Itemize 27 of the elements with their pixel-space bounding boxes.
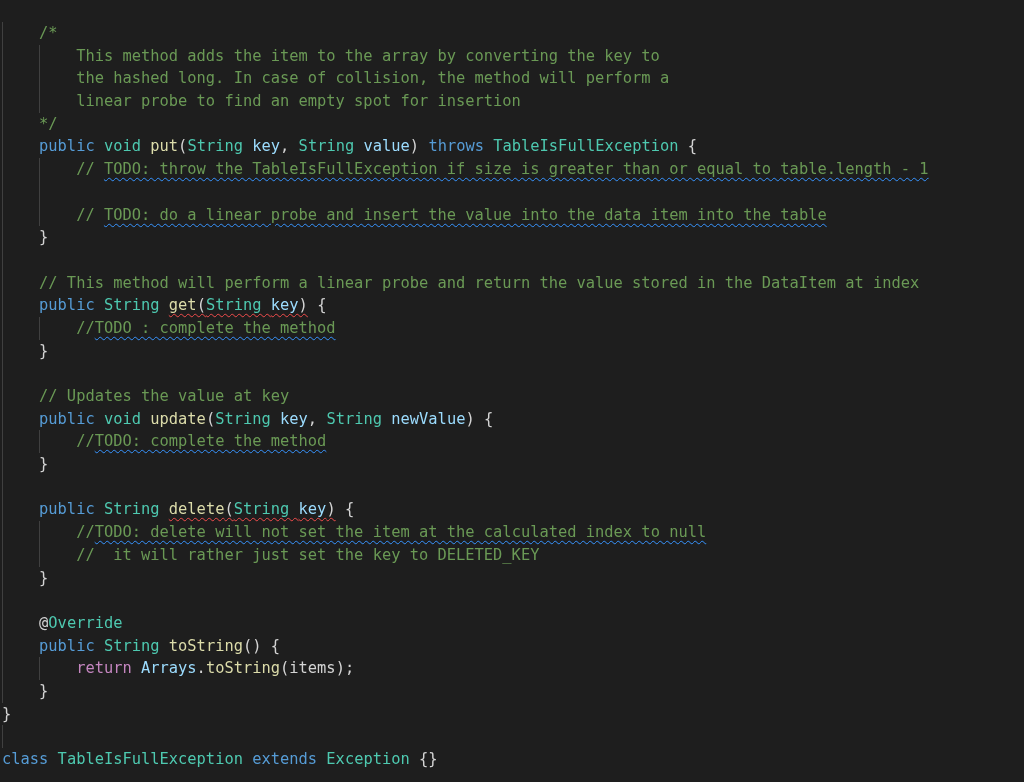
code-line: // Updates the value at key bbox=[2, 385, 1024, 408]
code-line: return Arrays.toString(items); bbox=[2, 657, 1024, 680]
code-line: class TableIsFullException extends Exception {} bbox=[2, 749, 439, 770]
code-line: @Override bbox=[2, 611, 1024, 635]
code-line: //TODO: complete the method bbox=[2, 430, 1024, 454]
code-line: public String get(String key) { bbox=[2, 294, 1024, 317]
code-line: public String toString() { bbox=[2, 634, 1024, 658]
code-line: the hashed long. In case of collision, the method will perform a bbox=[2, 67, 1024, 91]
code-line: public String delete(String key) { bbox=[2, 498, 1024, 522]
code-line: // TODO: do a linear probe and insert the value into the data item into the table bbox=[2, 203, 1024, 227]
code-line: // it will rather just set the key to DELETED_KEY bbox=[2, 543, 1024, 567]
code-line: // TODO: throw the TableIsFullException if size is greater than or equal to table.length - 1 bbox=[2, 158, 1024, 181]
code-line: } bbox=[2, 679, 1024, 703]
code-line: } bbox=[2, 339, 1024, 363]
code-line: */ bbox=[2, 112, 1024, 136]
code-line: } bbox=[2, 566, 1024, 590]
code-line: // This method will perform a linear probe and return the value stored in the DataItem at index bbox=[2, 271, 1024, 295]
code-line: public void update(String key, String newValue) { bbox=[2, 407, 1024, 431]
code-line: linear probe to find an empty spot for insertion bbox=[2, 90, 1024, 113]
code-line: /* bbox=[2, 22, 1024, 45]
code-line: } bbox=[2, 453, 1024, 476]
code-line: } bbox=[2, 703, 13, 725]
code-line: //TODO : complete the method bbox=[2, 316, 1024, 340]
code-line: public void put(String key, String value) throws TableIsFullException { bbox=[2, 135, 1024, 159]
code-line: } bbox=[2, 226, 1024, 249]
code-line: //TODO: delete will not set the item at the calculated index to null bbox=[2, 521, 1024, 544]
code-line: This method adds the item to the array by converting the key to bbox=[2, 44, 1024, 68]
